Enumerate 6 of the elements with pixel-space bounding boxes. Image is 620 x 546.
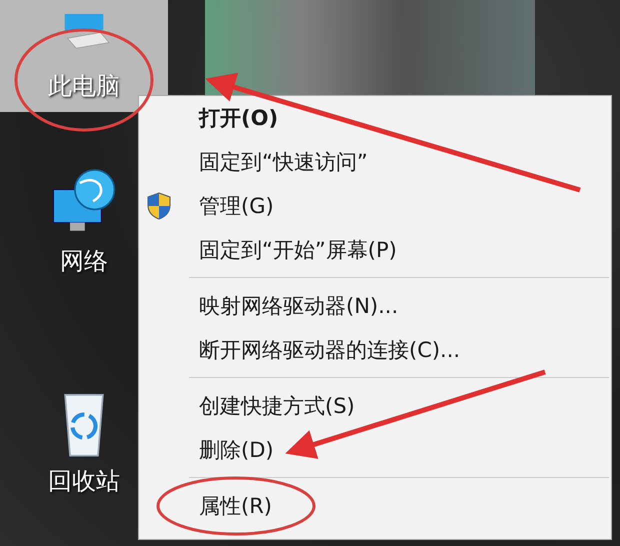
shield-icon	[147, 192, 171, 220]
menu-item[interactable]: 映射网络驱动器(N)...	[139, 284, 611, 328]
desktop-icon-label: 网络	[60, 246, 108, 277]
menu-item[interactable]: 断开网络驱动器的连接(C)...	[139, 328, 611, 372]
desktop-icon-label: 此电脑	[48, 71, 120, 102]
desktop-icon-label: 回收站	[48, 466, 120, 497]
